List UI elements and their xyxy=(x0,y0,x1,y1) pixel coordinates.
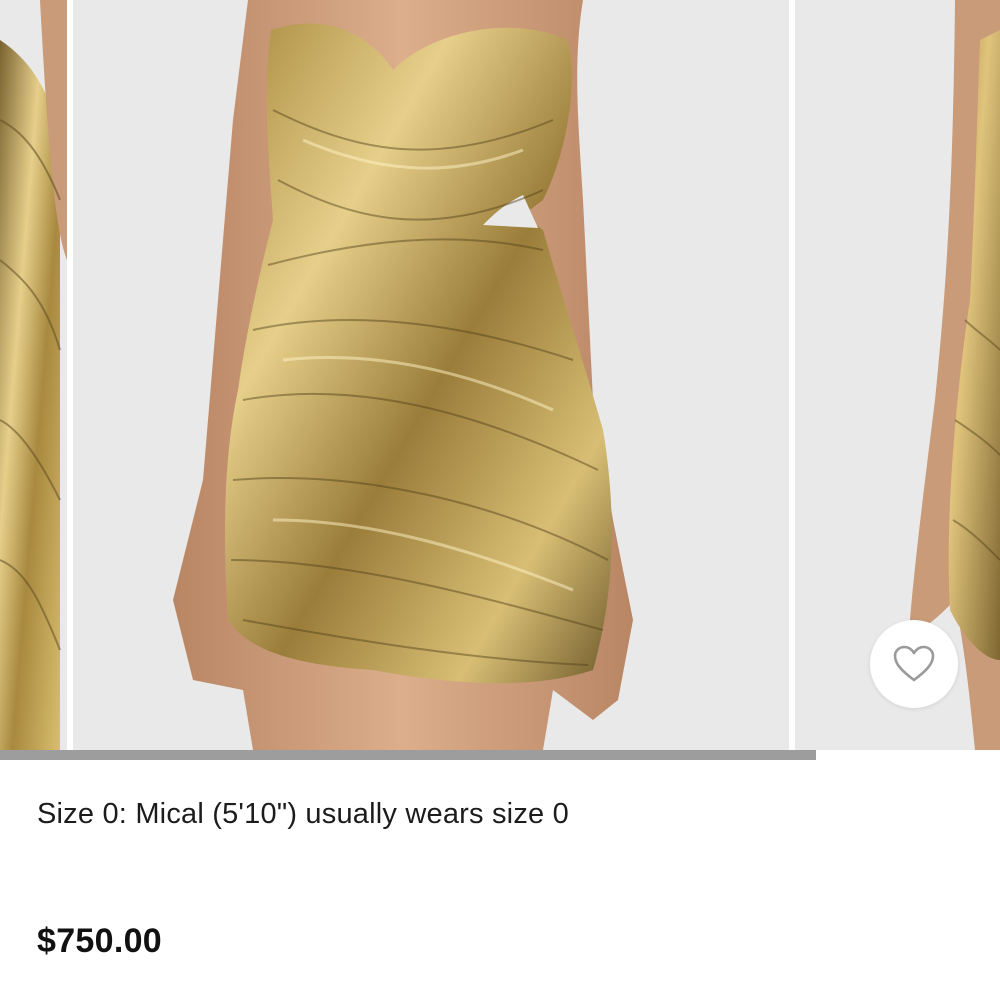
dress-detail-image xyxy=(0,0,67,750)
carousel-progress-bar xyxy=(0,750,1000,760)
carousel-progress-fill xyxy=(0,750,816,760)
product-page: Size 0: Mical (5'10") usually wears size… xyxy=(0,0,1000,1000)
product-price: $750.00 xyxy=(37,922,163,960)
heart-outline-icon xyxy=(893,645,935,682)
product-image-current[interactable] xyxy=(73,0,789,750)
model-size-note: Size 0: Mical (5'10") usually wears size… xyxy=(37,798,569,830)
product-image-carousel[interactable] xyxy=(0,0,1000,750)
add-to-favorites-button[interactable] xyxy=(870,620,958,708)
gold-strapless-dress-image xyxy=(73,0,789,750)
product-image-previous[interactable] xyxy=(0,0,67,750)
